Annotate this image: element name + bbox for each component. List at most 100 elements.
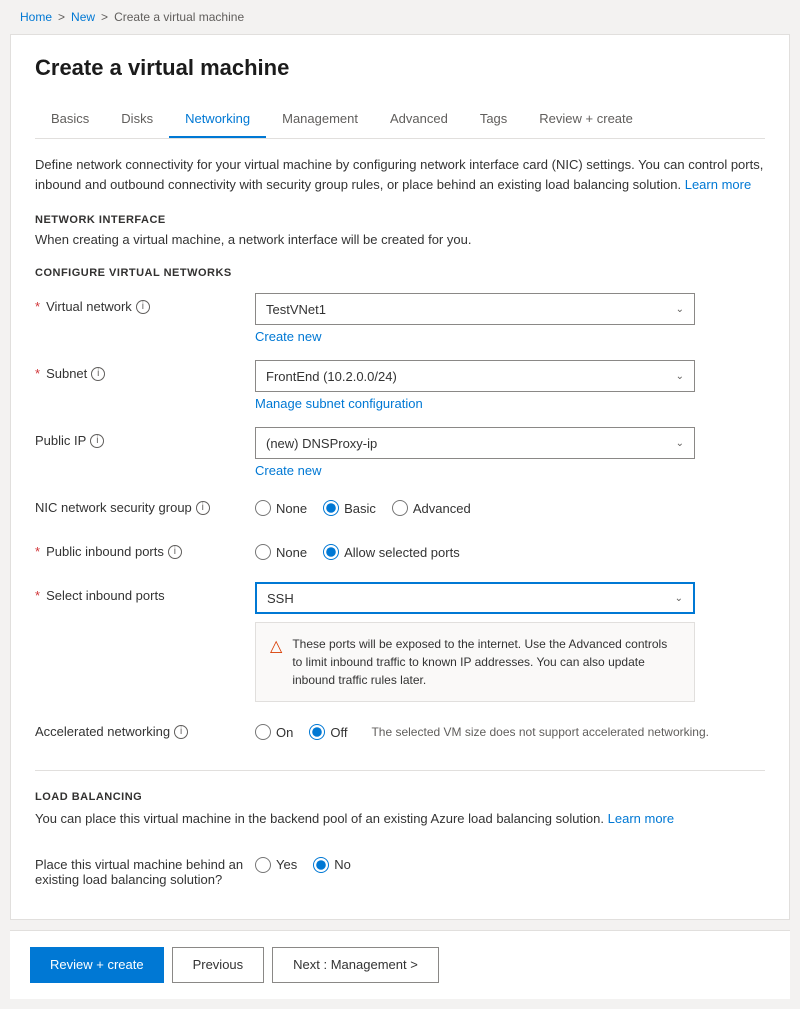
subnet-label-cell: * Subnet i bbox=[35, 352, 255, 393]
select-inbound-ports-required: * bbox=[35, 588, 40, 603]
nic-nsg-none-radio[interactable] bbox=[255, 500, 271, 516]
nic-nsg-basic-option[interactable]: Basic bbox=[323, 500, 376, 516]
accelerated-networking-label-cell: Accelerated networking i bbox=[35, 710, 255, 751]
public-inbound-none-label: None bbox=[276, 545, 307, 560]
select-inbound-ports-arrow-icon: ⌄ bbox=[675, 593, 683, 604]
page-title: Create a virtual machine bbox=[35, 55, 765, 81]
subnet-manage-link[interactable]: Manage subnet configuration bbox=[255, 396, 765, 411]
public-ip-dropdown[interactable]: (new) DNSProxy-ip ⌄ bbox=[255, 427, 695, 459]
tabs-bar: Basics Disks Networking Management Advan… bbox=[35, 101, 765, 139]
public-inbound-ports-info-icon[interactable]: i bbox=[168, 545, 182, 559]
nic-nsg-label-cell: NIC network security group i bbox=[35, 486, 255, 527]
public-inbound-none-option[interactable]: None bbox=[255, 544, 307, 560]
accelerated-networking-on-radio[interactable] bbox=[255, 724, 271, 740]
accelerated-networking-note: The selected VM size does not support ac… bbox=[371, 725, 709, 739]
load-balancing-yes-label: Yes bbox=[276, 857, 297, 872]
load-balancing-yes-radio[interactable] bbox=[255, 857, 271, 873]
virtual-network-create-new-link[interactable]: Create new bbox=[255, 329, 765, 344]
select-inbound-ports-value: SSH bbox=[267, 591, 294, 606]
select-inbound-ports-control: SSH ⌄ △ These ports will be exposed to t… bbox=[255, 574, 765, 710]
public-inbound-allow-option[interactable]: Allow selected ports bbox=[323, 544, 460, 560]
public-inbound-ports-label-cell: * Public inbound ports i bbox=[35, 530, 255, 571]
public-ip-arrow-icon: ⌄ bbox=[676, 438, 684, 449]
form-grid: * Virtual network i TestVNet1 ⌄ Create n… bbox=[35, 285, 765, 754]
select-inbound-ports-dropdown[interactable]: SSH ⌄ bbox=[255, 582, 695, 614]
breadcrumb-home[interactable]: Home bbox=[20, 10, 52, 24]
tab-advanced[interactable]: Advanced bbox=[374, 101, 464, 138]
learn-more-link[interactable]: Learn more bbox=[685, 177, 751, 192]
description-block: Define network connectivity for your vir… bbox=[35, 155, 765, 194]
virtual-network-info-icon[interactable]: i bbox=[136, 300, 150, 314]
nic-nsg-none-option[interactable]: None bbox=[255, 500, 307, 516]
load-balancing-radio-group: Yes No bbox=[255, 851, 765, 879]
public-ip-control: (new) DNSProxy-ip ⌄ Create new bbox=[255, 419, 765, 486]
nic-nsg-info-icon[interactable]: i bbox=[196, 501, 210, 515]
load-balancing-learn-more-link[interactable]: Learn more bbox=[608, 811, 674, 826]
subnet-label: * Subnet i bbox=[35, 366, 105, 381]
description-text: Define network connectivity for your vir… bbox=[35, 157, 763, 192]
accelerated-networking-label: Accelerated networking i bbox=[35, 724, 188, 739]
nic-nsg-advanced-option[interactable]: Advanced bbox=[392, 500, 471, 516]
breadcrumb-new[interactable]: New bbox=[71, 10, 95, 24]
warning-text: These ports will be exposed to the inter… bbox=[292, 635, 680, 689]
nic-nsg-advanced-radio[interactable] bbox=[392, 500, 408, 516]
public-inbound-allow-radio[interactable] bbox=[323, 544, 339, 560]
public-inbound-ports-label: * Public inbound ports i bbox=[35, 544, 182, 559]
load-balancing-no-label: No bbox=[334, 857, 351, 872]
breadcrumb-sep2: > bbox=[101, 10, 108, 24]
select-inbound-ports-label: * Select inbound ports bbox=[35, 588, 165, 603]
accelerated-networking-info-icon[interactable]: i bbox=[174, 725, 188, 739]
virtual-network-dropdown[interactable]: TestVNet1 ⌄ bbox=[255, 293, 695, 325]
page-wrapper: Home > New > Create a virtual machine Cr… bbox=[0, 0, 800, 999]
network-interface-label: NETWORK INTERFACE bbox=[35, 214, 765, 226]
tab-basics[interactable]: Basics bbox=[35, 101, 105, 138]
accelerated-networking-on-label: On bbox=[276, 725, 293, 740]
accelerated-networking-off-radio[interactable] bbox=[309, 724, 325, 740]
public-ip-value: (new) DNSProxy-ip bbox=[266, 436, 377, 451]
breadcrumb-current: Create a virtual machine bbox=[114, 10, 244, 24]
breadcrumb: Home > New > Create a virtual machine bbox=[0, 0, 800, 34]
subnet-control: FrontEnd (10.2.0.0/24) ⌄ Manage subnet c… bbox=[255, 352, 765, 419]
load-balancing-no-radio[interactable] bbox=[313, 857, 329, 873]
public-ip-info-icon[interactable]: i bbox=[90, 434, 104, 448]
network-interface-desc: When creating a virtual machine, a netwo… bbox=[35, 232, 765, 247]
load-balancing-field-label: Place this virtual machine behind an exi… bbox=[35, 857, 255, 887]
breadcrumb-sep1: > bbox=[58, 10, 65, 24]
load-balancing-yes-option[interactable]: Yes bbox=[255, 857, 297, 873]
public-inbound-ports-required: * bbox=[35, 544, 40, 559]
load-balancing-form-grid: Place this virtual machine behind an exi… bbox=[35, 843, 765, 899]
virtual-network-label-cell: * Virtual network i bbox=[35, 285, 255, 326]
accelerated-networking-on-option[interactable]: On bbox=[255, 724, 293, 740]
nic-nsg-label: NIC network security group i bbox=[35, 500, 210, 515]
accelerated-networking-off-option[interactable]: Off bbox=[309, 724, 347, 740]
nic-nsg-basic-radio[interactable] bbox=[323, 500, 339, 516]
warning-box: △ These ports will be exposed to the int… bbox=[255, 622, 695, 702]
load-balancing-label: LOAD BALANCING bbox=[35, 791, 765, 803]
load-balancing-field-label-cell: Place this virtual machine behind an exi… bbox=[35, 843, 255, 899]
public-inbound-none-radio[interactable] bbox=[255, 544, 271, 560]
tab-management[interactable]: Management bbox=[266, 101, 374, 138]
nic-nsg-none-label: None bbox=[276, 501, 307, 516]
nic-nsg-radio-group: None Basic Advanced bbox=[255, 494, 765, 522]
public-ip-create-new-link[interactable]: Create new bbox=[255, 463, 765, 478]
virtual-network-value: TestVNet1 bbox=[266, 302, 326, 317]
accelerated-networking-radio-group: On Off bbox=[255, 718, 347, 746]
subnet-value: FrontEnd (10.2.0.0/24) bbox=[266, 369, 397, 384]
public-inbound-ports-control: None Allow selected ports bbox=[255, 530, 765, 574]
virtual-network-label: * Virtual network i bbox=[35, 299, 150, 314]
subnet-info-icon[interactable]: i bbox=[91, 367, 105, 381]
tab-tags[interactable]: Tags bbox=[464, 101, 523, 138]
public-ip-label: Public IP i bbox=[35, 433, 104, 448]
subnet-required: * bbox=[35, 366, 40, 381]
load-balancing-no-option[interactable]: No bbox=[313, 857, 351, 873]
separator bbox=[35, 770, 765, 771]
load-balancing-desc: You can place this virtual machine in th… bbox=[35, 809, 765, 829]
accelerated-networking-control: On Off The selected VM size does not sup… bbox=[255, 710, 765, 754]
subnet-dropdown[interactable]: FrontEnd (10.2.0.0/24) ⌄ bbox=[255, 360, 695, 392]
bottom-bar: Review + create Previous Next : Manageme… bbox=[10, 930, 790, 999]
select-inbound-ports-label-cell: * Select inbound ports bbox=[35, 574, 255, 615]
tab-networking[interactable]: Networking bbox=[169, 101, 266, 138]
tab-disks[interactable]: Disks bbox=[105, 101, 169, 138]
public-inbound-allow-label: Allow selected ports bbox=[344, 545, 460, 560]
tab-review-create[interactable]: Review + create bbox=[523, 101, 649, 138]
